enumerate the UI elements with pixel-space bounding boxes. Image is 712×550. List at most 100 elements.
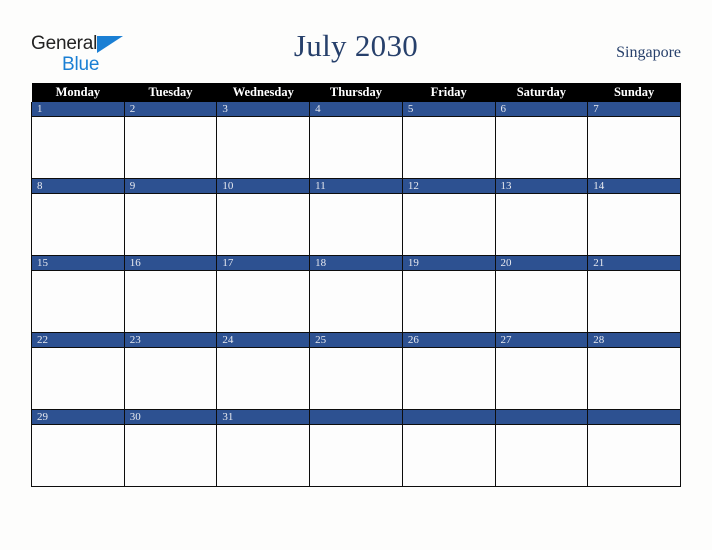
day-content-area[interactable]: [495, 348, 588, 408]
day-number: [310, 410, 402, 425]
day-content-area[interactable]: [217, 348, 310, 408]
day-content-area[interactable]: [124, 348, 217, 408]
calendar-week-row: 29 30 31: [31, 409, 681, 487]
day-content-area[interactable]: [124, 425, 217, 485]
calendar-day-cell[interactable]: 3: [216, 102, 311, 179]
day-number: 18: [310, 256, 402, 271]
day-number: 19: [402, 256, 495, 271]
day-number: 13: [495, 179, 588, 194]
day-content-area[interactable]: [124, 194, 217, 254]
day-content-area[interactable]: [588, 194, 680, 254]
calendar-day-cell-empty[interactable]: [401, 409, 496, 487]
calendar-grid: Monday Tuesday Wednesday Thursday Friday…: [31, 83, 681, 487]
day-content-area[interactable]: [217, 194, 310, 254]
day-number: 5: [402, 102, 495, 117]
day-content-area[interactable]: [402, 425, 495, 485]
day-number: 21: [588, 256, 680, 271]
calendar-day-cell[interactable]: 26: [401, 332, 496, 410]
day-content-area[interactable]: [588, 348, 680, 408]
day-number: 11: [310, 179, 402, 194]
day-content-area[interactable]: [495, 194, 588, 254]
calendar-day-cell[interactable]: 31: [216, 409, 311, 487]
calendar-day-cell[interactable]: 6: [494, 102, 589, 179]
day-number: 20: [495, 256, 588, 271]
day-number: 26: [402, 333, 495, 348]
day-content-area[interactable]: [32, 425, 124, 485]
calendar-day-cell[interactable]: 11: [309, 178, 403, 256]
calendar-day-cell[interactable]: 5: [401, 102, 496, 179]
day-content-area[interactable]: [402, 348, 495, 408]
calendar-day-cell[interactable]: 2: [123, 102, 218, 179]
day-content-area[interactable]: [32, 194, 124, 254]
calendar-day-cell[interactable]: 4: [309, 102, 403, 179]
day-content-area[interactable]: [402, 117, 495, 177]
day-content-area[interactable]: [588, 117, 680, 177]
calendar-day-cell[interactable]: 19: [401, 255, 496, 333]
calendar-day-cell[interactable]: 15: [31, 255, 125, 333]
day-content-area[interactable]: [588, 271, 680, 331]
calendar-day-cell[interactable]: 18: [309, 255, 403, 333]
day-content-area[interactable]: [32, 271, 124, 331]
calendar-day-cell[interactable]: 12: [401, 178, 496, 256]
day-content-area[interactable]: [402, 194, 495, 254]
calendar-day-cell[interactable]: 21: [587, 255, 681, 333]
calendar-day-cell[interactable]: 22: [31, 332, 125, 410]
calendar-day-cell[interactable]: 1: [31, 102, 125, 179]
day-content-area[interactable]: [32, 117, 124, 177]
day-number: 14: [588, 179, 680, 194]
calendar-day-cell[interactable]: 9: [123, 178, 218, 256]
calendar-day-cell[interactable]: 25: [309, 332, 403, 410]
day-number: 28: [588, 333, 680, 348]
calendar-day-cell[interactable]: 23: [123, 332, 218, 410]
day-content-area[interactable]: [310, 425, 402, 485]
calendar-day-cell[interactable]: 30: [123, 409, 218, 487]
day-number: 25: [310, 333, 402, 348]
day-number: 7: [588, 102, 680, 117]
day-number: [588, 410, 680, 425]
calendar-day-cell[interactable]: 27: [494, 332, 589, 410]
day-content-area[interactable]: [32, 348, 124, 408]
calendar-day-cell[interactable]: 13: [494, 178, 589, 256]
day-content-area[interactable]: [495, 425, 588, 485]
page-title: July 2030: [293, 28, 419, 63]
day-number: 9: [124, 179, 217, 194]
day-content-area[interactable]: [310, 194, 402, 254]
calendar-day-cell[interactable]: 16: [123, 255, 218, 333]
weekday-header-tuesday: Tuesday: [124, 83, 217, 102]
day-content-area[interactable]: [217, 117, 310, 177]
weekday-header-sunday: Sunday: [587, 83, 681, 102]
calendar-day-cell[interactable]: 8: [31, 178, 125, 256]
day-content-area[interactable]: [217, 425, 310, 485]
calendar-day-cell[interactable]: 7: [587, 102, 681, 179]
calendar-day-cell-empty[interactable]: [309, 409, 403, 487]
day-content-area[interactable]: [310, 348, 402, 408]
day-content-area[interactable]: [217, 271, 310, 331]
day-content-area[interactable]: [402, 271, 495, 331]
calendar-day-cell[interactable]: 24: [216, 332, 311, 410]
day-number: 29: [32, 410, 124, 425]
day-content-area[interactable]: [588, 425, 680, 485]
day-number: 17: [217, 256, 310, 271]
calendar-day-cell[interactable]: 14: [587, 178, 681, 256]
day-content-area[interactable]: [495, 271, 588, 331]
calendar-day-cell[interactable]: 20: [494, 255, 589, 333]
day-content-area[interactable]: [310, 271, 402, 331]
day-content-area[interactable]: [124, 117, 217, 177]
day-content-area[interactable]: [310, 117, 402, 177]
calendar-week-row: 15 16 17 18 19 20 21: [31, 255, 681, 333]
day-content-area[interactable]: [124, 271, 217, 331]
calendar-day-cell[interactable]: 28: [587, 332, 681, 410]
day-number: 10: [217, 179, 310, 194]
calendar-week-row: 1 2 3 4 5 6 7: [31, 102, 681, 179]
day-number: 24: [217, 333, 310, 348]
calendar-day-cell[interactable]: 29: [31, 409, 125, 487]
calendar-day-cell[interactable]: 17: [216, 255, 311, 333]
day-number: 16: [124, 256, 217, 271]
day-number: 23: [124, 333, 217, 348]
calendar-day-cell[interactable]: 10: [216, 178, 311, 256]
day-content-area[interactable]: [495, 117, 588, 177]
calendar-week-row: 8 9 10 11 12 13 14: [31, 178, 681, 256]
calendar-day-cell-empty[interactable]: [587, 409, 681, 487]
day-number: 22: [32, 333, 124, 348]
calendar-day-cell-empty[interactable]: [494, 409, 589, 487]
